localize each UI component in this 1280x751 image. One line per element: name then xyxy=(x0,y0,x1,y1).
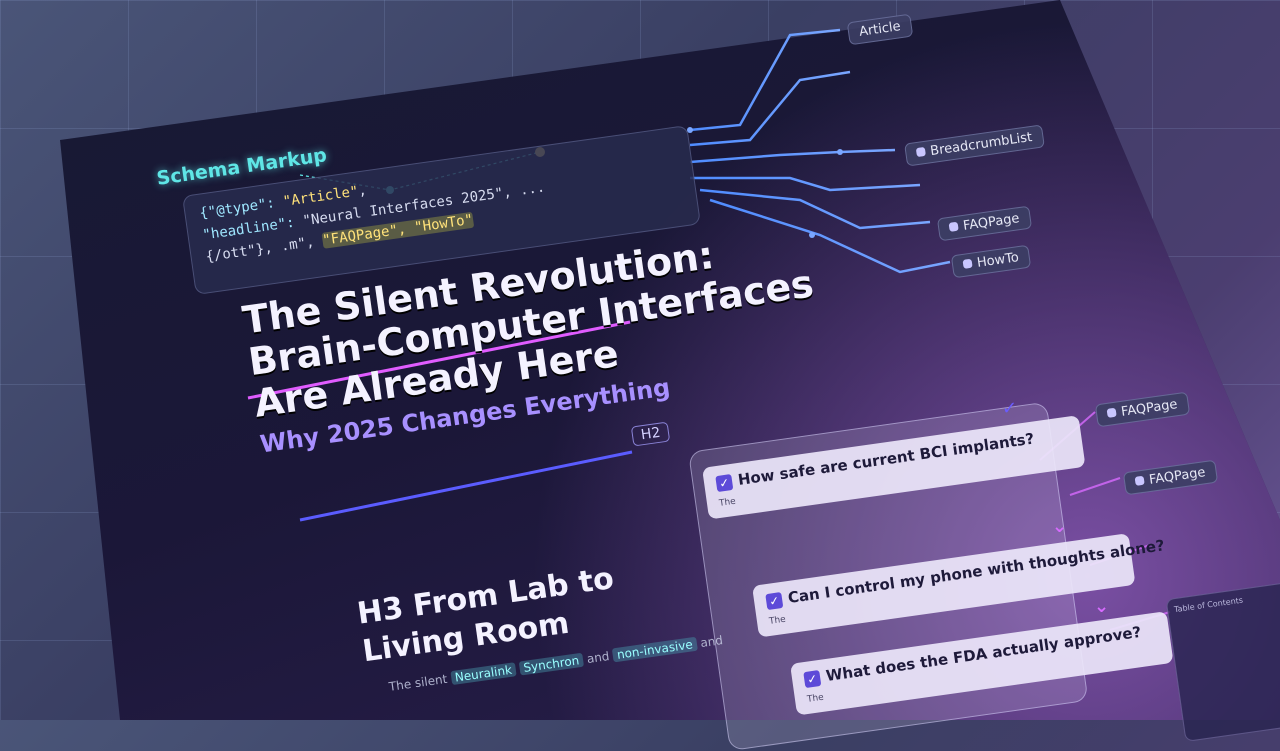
faq-icon xyxy=(1134,475,1145,486)
chevron-down-icon: ⌄ xyxy=(1094,596,1110,617)
check-icon: ✓ xyxy=(1002,398,1018,419)
faq-icon xyxy=(1106,407,1117,418)
table-of-contents: Table of Contents xyxy=(1165,582,1280,742)
check-icon: ✓ xyxy=(803,669,822,688)
check-icon: ✓ xyxy=(765,591,784,610)
chevron-down-icon: ⌄ xyxy=(1052,516,1068,537)
faq-icon xyxy=(948,221,959,232)
howto-icon xyxy=(962,258,973,269)
check-icon: ✓ xyxy=(715,473,734,492)
breadcrumb-icon xyxy=(915,146,926,158)
